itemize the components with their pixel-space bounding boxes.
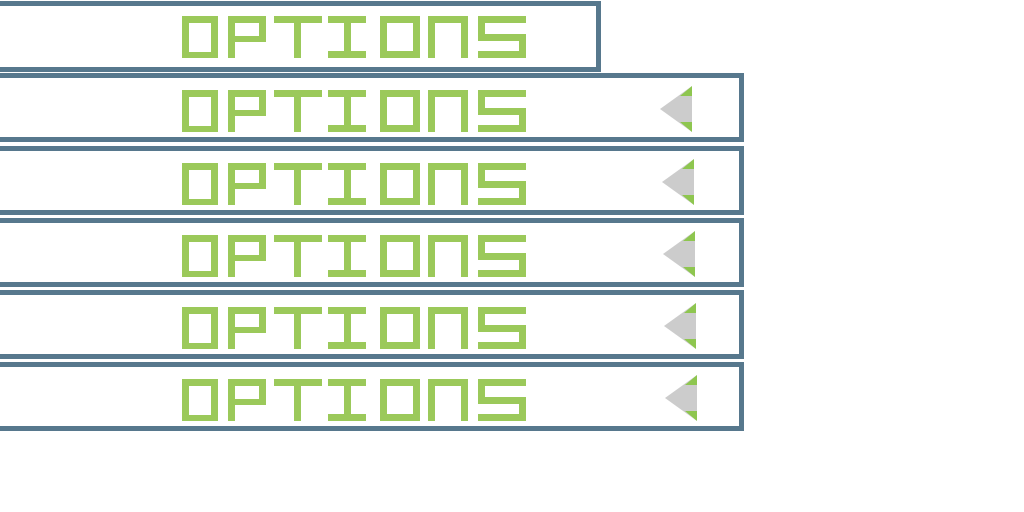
left-triangle-icon[interactable] bbox=[660, 157, 700, 207]
left-triangle-icon[interactable] bbox=[663, 373, 703, 423]
options-label: OPTIONS bbox=[182, 231, 530, 279]
options-button-4[interactable]: OPTIONS bbox=[0, 218, 744, 287]
left-triangle-icon[interactable] bbox=[658, 84, 698, 134]
options-label: OPTIONS bbox=[182, 303, 530, 351]
options-label: OPTIONS bbox=[182, 12, 530, 60]
options-button-1[interactable]: OPTIONS bbox=[0, 1, 601, 72]
options-button-3[interactable]: OPTIONS bbox=[0, 146, 744, 215]
options-button-6[interactable]: OPTIONS bbox=[0, 362, 744, 431]
options-label: OPTIONS bbox=[182, 86, 530, 134]
left-triangle-icon[interactable] bbox=[661, 229, 701, 279]
left-triangle-icon[interactable] bbox=[662, 301, 702, 351]
options-button-2[interactable]: OPTIONS bbox=[0, 73, 744, 142]
options-button-5[interactable]: OPTIONS bbox=[0, 290, 744, 359]
options-label: OPTIONS bbox=[182, 159, 530, 207]
options-label: OPTIONS bbox=[182, 375, 530, 423]
